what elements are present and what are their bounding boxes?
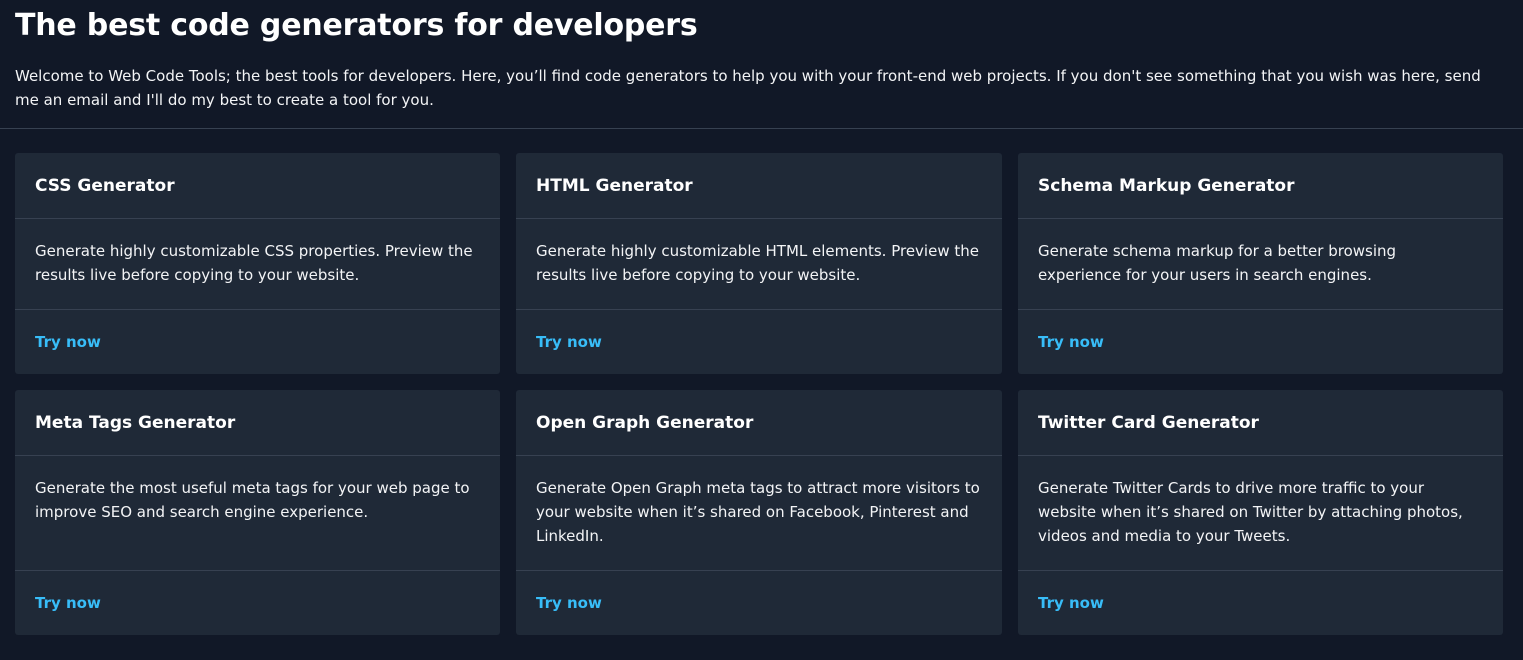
card-description: Generate schema markup for a better brow…	[1018, 219, 1503, 310]
card-title: Open Graph Generator	[516, 390, 1002, 456]
card-footer: Try now	[516, 310, 1002, 374]
card-description: Generate highly customizable CSS propert…	[15, 219, 500, 310]
card-title: Twitter Card Generator	[1018, 390, 1503, 456]
try-now-link-twitter-card[interactable]: Try now	[1038, 594, 1104, 612]
card-meta-tags-generator: Meta Tags Generator Generate the most us…	[15, 390, 500, 635]
card-footer: Try now	[1018, 310, 1503, 374]
card-footer: Try now	[15, 310, 500, 374]
try-now-link-html[interactable]: Try now	[536, 333, 602, 351]
card-html-generator: HTML Generator Generate highly customiza…	[516, 153, 1002, 374]
page-title: The best code generators for developers	[15, 8, 698, 43]
card-css-generator: CSS Generator Generate highly customizab…	[15, 153, 500, 374]
hero-section: The best code generators for developers …	[0, 0, 1523, 129]
card-description: Generate highly customizable HTML elemen…	[516, 219, 1002, 310]
card-footer: Try now	[15, 571, 500, 635]
card-footer: Try now	[1018, 571, 1503, 635]
card-schema-markup-generator: Schema Markup Generator Generate schema …	[1018, 153, 1503, 374]
card-description: Generate the most useful meta tags for y…	[15, 456, 500, 571]
card-description: Generate Open Graph meta tags to attract…	[516, 456, 1002, 571]
card-open-graph-generator: Open Graph Generator Generate Open Graph…	[516, 390, 1002, 635]
card-footer: Try now	[516, 571, 1002, 635]
card-twitter-card-generator: Twitter Card Generator Generate Twitter …	[1018, 390, 1503, 635]
card-title: Schema Markup Generator	[1018, 153, 1503, 219]
try-now-link-meta-tags[interactable]: Try now	[35, 594, 101, 612]
intro-text: Welcome to Web Code Tools; the best tool…	[15, 67, 1481, 109]
generator-grid: CSS Generator Generate highly customizab…	[0, 129, 1523, 635]
card-title: HTML Generator	[516, 153, 1002, 219]
try-now-link-css[interactable]: Try now	[35, 333, 101, 351]
try-now-link-schema[interactable]: Try now	[1038, 333, 1104, 351]
card-title: Meta Tags Generator	[15, 390, 500, 456]
card-title: CSS Generator	[15, 153, 500, 219]
try-now-link-open-graph[interactable]: Try now	[536, 594, 602, 612]
card-description: Generate Twitter Cards to drive more tra…	[1018, 456, 1503, 571]
